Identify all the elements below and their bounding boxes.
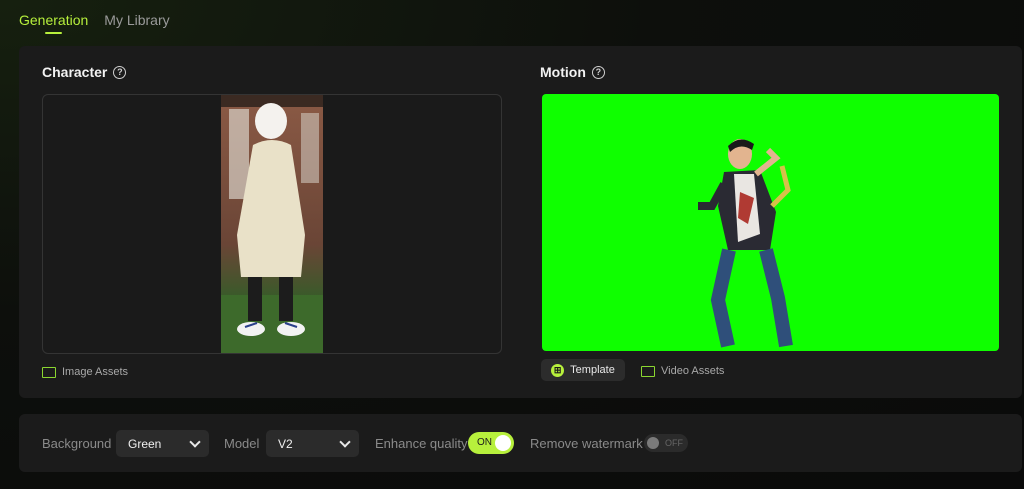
motion-video-preview[interactable] xyxy=(542,94,999,351)
character-image xyxy=(221,95,323,353)
toggle-knob xyxy=(495,435,511,451)
character-header: Character ? xyxy=(42,64,127,80)
folder-icon xyxy=(42,366,56,378)
character-upload-area[interactable] xyxy=(42,94,502,354)
model-label: Model xyxy=(224,436,260,451)
chevron-down-icon xyxy=(339,436,351,448)
image-assets-link[interactable]: Image Assets xyxy=(42,366,128,378)
top-tabs: Generation My Library xyxy=(19,0,170,36)
tab-my-library[interactable]: My Library xyxy=(104,0,169,36)
tab-generation[interactable]: Generation xyxy=(19,0,88,36)
image-assets-label: Image Assets xyxy=(62,366,129,378)
remove-watermark-label: Remove watermark xyxy=(530,436,643,451)
video-assets-label: Video Assets xyxy=(661,365,725,377)
enhance-quality-toggle[interactable]: ON xyxy=(468,432,514,454)
question-circle-icon[interactable]: ? xyxy=(113,65,127,79)
template-icon: ⊞ xyxy=(551,363,565,377)
toggle-knob xyxy=(647,437,659,449)
dancer-figure xyxy=(698,139,793,348)
toggle-state: ON xyxy=(477,437,492,448)
video-assets-link[interactable]: Video Assets xyxy=(641,365,724,377)
background-label: Background xyxy=(42,436,112,451)
motion-title: Motion xyxy=(540,64,586,80)
template-label: Template xyxy=(570,364,615,376)
generation-panel: Character ? Motion ? Image Assets ⊞ Temp… xyxy=(19,46,1022,398)
template-button[interactable]: ⊞ Template xyxy=(541,359,625,381)
character-title: Character xyxy=(42,64,108,80)
model-select[interactable]: V2 xyxy=(266,430,359,457)
background-select[interactable]: Green xyxy=(116,430,209,457)
toggle-state: OFF xyxy=(665,438,683,448)
motion-header: Motion ? xyxy=(540,64,605,80)
question-circle-icon[interactable]: ? xyxy=(591,65,605,79)
settings-bar: Background Green Model V2 Enhance qualit… xyxy=(19,414,1022,472)
remove-watermark-toggle[interactable]: OFF xyxy=(644,434,688,452)
chevron-down-icon xyxy=(189,436,201,448)
model-value: V2 xyxy=(278,437,293,451)
enhance-quality-label: Enhance quality xyxy=(375,436,468,451)
background-value: Green xyxy=(128,437,162,451)
folder-icon xyxy=(641,365,655,377)
